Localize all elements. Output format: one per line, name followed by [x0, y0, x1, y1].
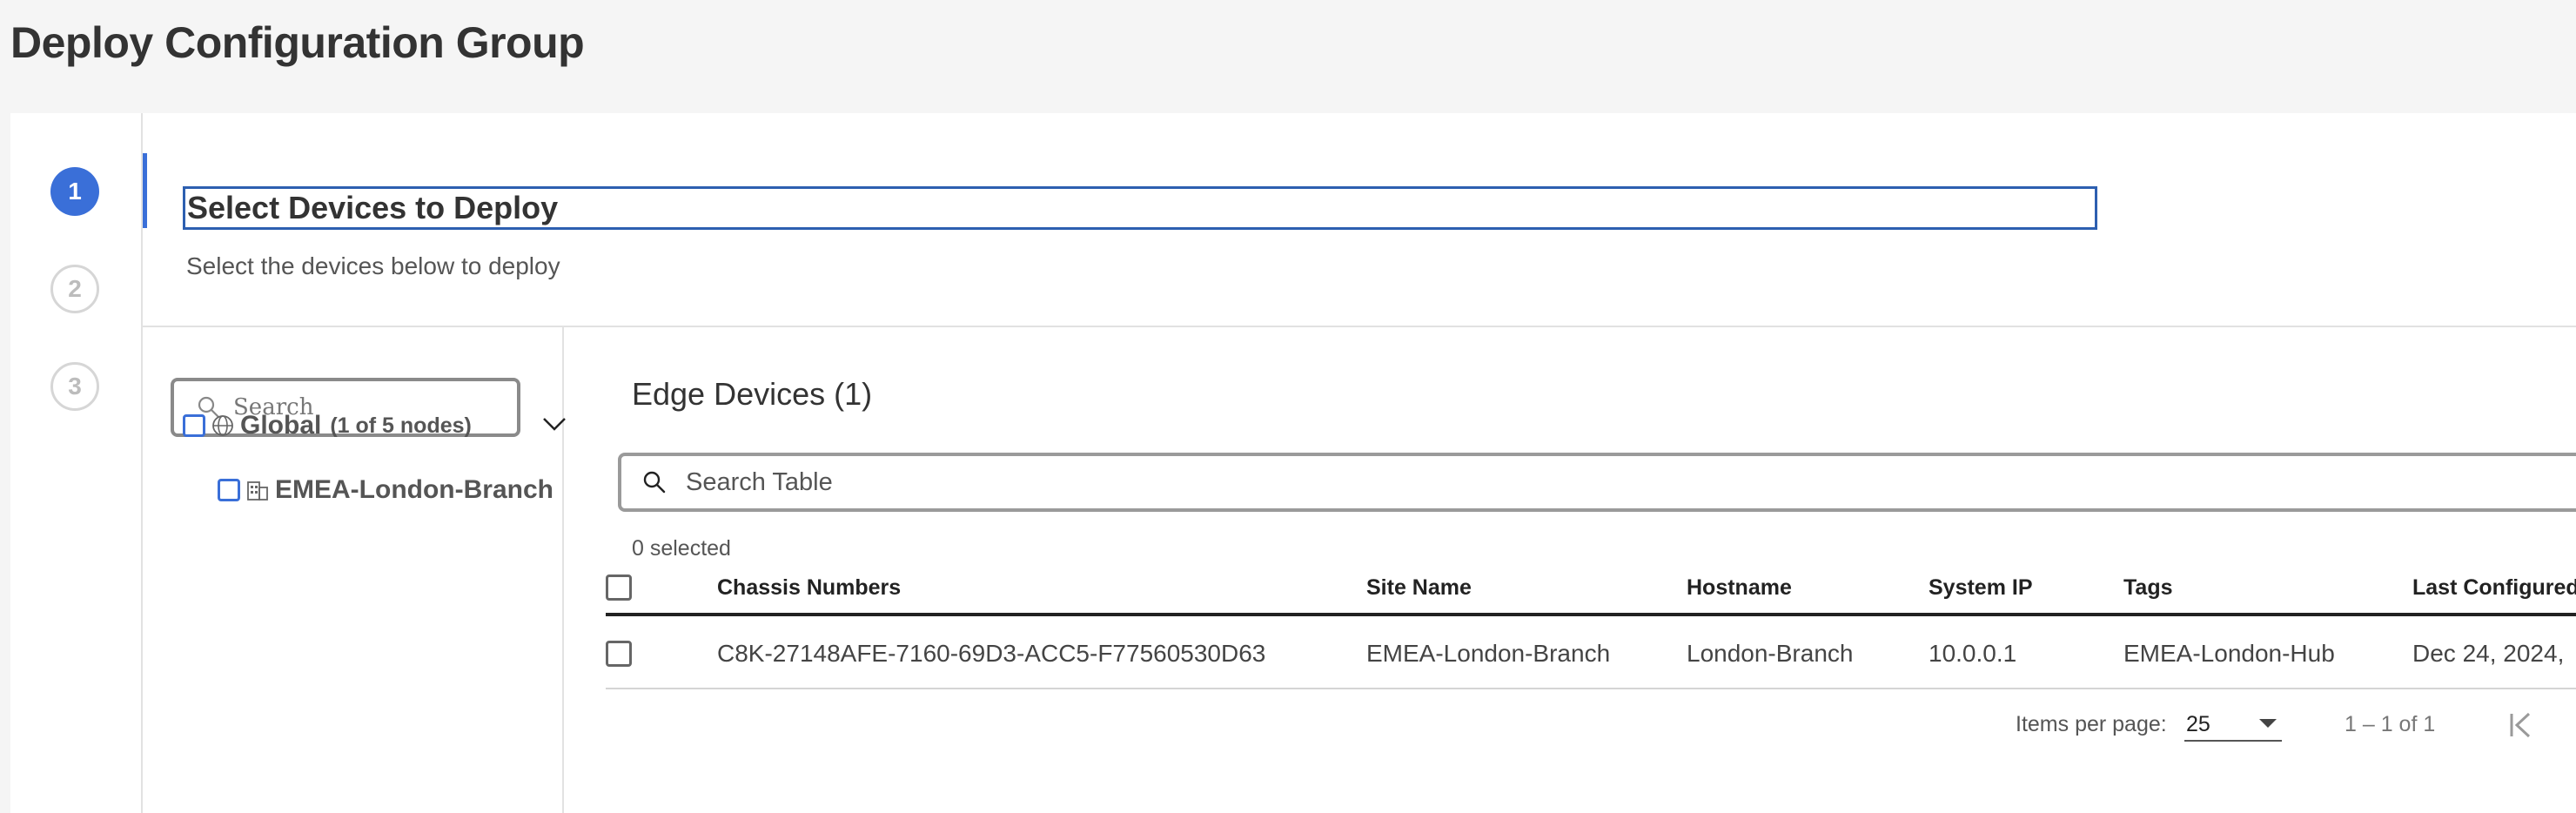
step-2[interactable]: 2: [50, 265, 99, 313]
cell-system-ip: 10.0.0.1: [1929, 640, 2017, 667]
cell-chassis: C8K-27148AFE-7160-69D3-ACC5-F77560530D63: [717, 640, 1266, 667]
cell-tags: EMEA-London-Hub: [2123, 640, 2335, 667]
step-title-focus-box: Select Devices to Deploy: [183, 186, 2097, 230]
cell-hostname: London-Branch: [1687, 640, 1854, 667]
active-step-indicator: [143, 153, 147, 228]
caret-down-icon: [2259, 719, 2277, 728]
table-header: Chassis Numbers Site Name Hostname Syste…: [606, 562, 2576, 616]
column-header-system-ip[interactable]: System IP: [1929, 562, 2033, 613]
items-per-page-value: 25: [2186, 712, 2210, 736]
row-select-cell: [606, 620, 632, 688]
deploy-panel: 1 2 3 Select Devices to Deploy Select th…: [10, 113, 2576, 813]
table-search-placeholder: Search Table: [686, 467, 833, 496]
stepper: 1 2 3: [10, 113, 143, 813]
selected-count: 0 selected: [632, 536, 731, 561]
select-all-checkbox[interactable]: [606, 574, 632, 601]
row-checkbox[interactable]: [606, 641, 632, 667]
tree-node-global[interactable]: Global (1 of 5 nodes): [183, 411, 472, 440]
items-per-page-label: Items per page:: [2016, 712, 2167, 736]
tree-node-emea-london-branch[interactable]: EMEA-London-Branch: [218, 475, 553, 505]
edge-devices-section: Edge Devices (1) Search Table 0 selected…: [566, 327, 2576, 813]
column-header-tags[interactable]: Tags: [2123, 562, 2173, 613]
column-header-last-configured[interactable]: Last Configured: [2412, 562, 2576, 613]
global-node-count: (1 of 5 nodes): [330, 413, 472, 438]
chevron-down-icon[interactable]: [541, 411, 567, 437]
emea-london-branch-label: EMEA-London-Branch: [275, 475, 553, 504]
step-subtitle: Select the devices below to deploy: [186, 252, 560, 279]
first-page-icon[interactable]: [2499, 703, 2543, 747]
select-all-cell: [606, 562, 632, 613]
global-label: Global: [240, 411, 322, 440]
table-row[interactable]: C8K-27148AFE-7160-69D3-ACC5-F77560530D63…: [606, 620, 2576, 689]
column-header-hostname[interactable]: Hostname: [1687, 562, 1792, 613]
table-search-input[interactable]: Search Table: [618, 453, 2576, 512]
column-header-chassis[interactable]: Chassis Numbers: [717, 562, 901, 613]
column-header-site-name[interactable]: Site Name: [1366, 562, 1472, 613]
items-per-page-select[interactable]: 25: [2184, 707, 2282, 742]
globe-icon: [212, 415, 233, 436]
edge-devices-title: Edge Devices (1): [632, 376, 873, 412]
building-icon: [247, 481, 268, 501]
step-3[interactable]: 3: [50, 362, 99, 411]
search-icon: [643, 471, 666, 494]
global-checkbox[interactable]: [183, 414, 205, 437]
step-header: Select Devices to Deploy Select the devi…: [143, 113, 2576, 327]
emea-london-branch-checkbox[interactable]: [218, 479, 240, 501]
page-title: Deploy Configuration Group: [10, 18, 585, 67]
cell-site-name: EMEA-London-Branch: [1366, 640, 1611, 667]
step-1[interactable]: 1: [50, 167, 99, 216]
pagination: Items per page: 25 1 – 1 of 1: [566, 686, 2576, 756]
cell-last-configured: Dec 24, 2024,: [2412, 640, 2565, 667]
pagination-range: 1 – 1 of 1: [2345, 712, 2436, 736]
step-title: Select Devices to Deploy: [187, 190, 559, 225]
site-tree: Search Global (1 of 5 nodes) EMEA-London…: [143, 327, 567, 813]
